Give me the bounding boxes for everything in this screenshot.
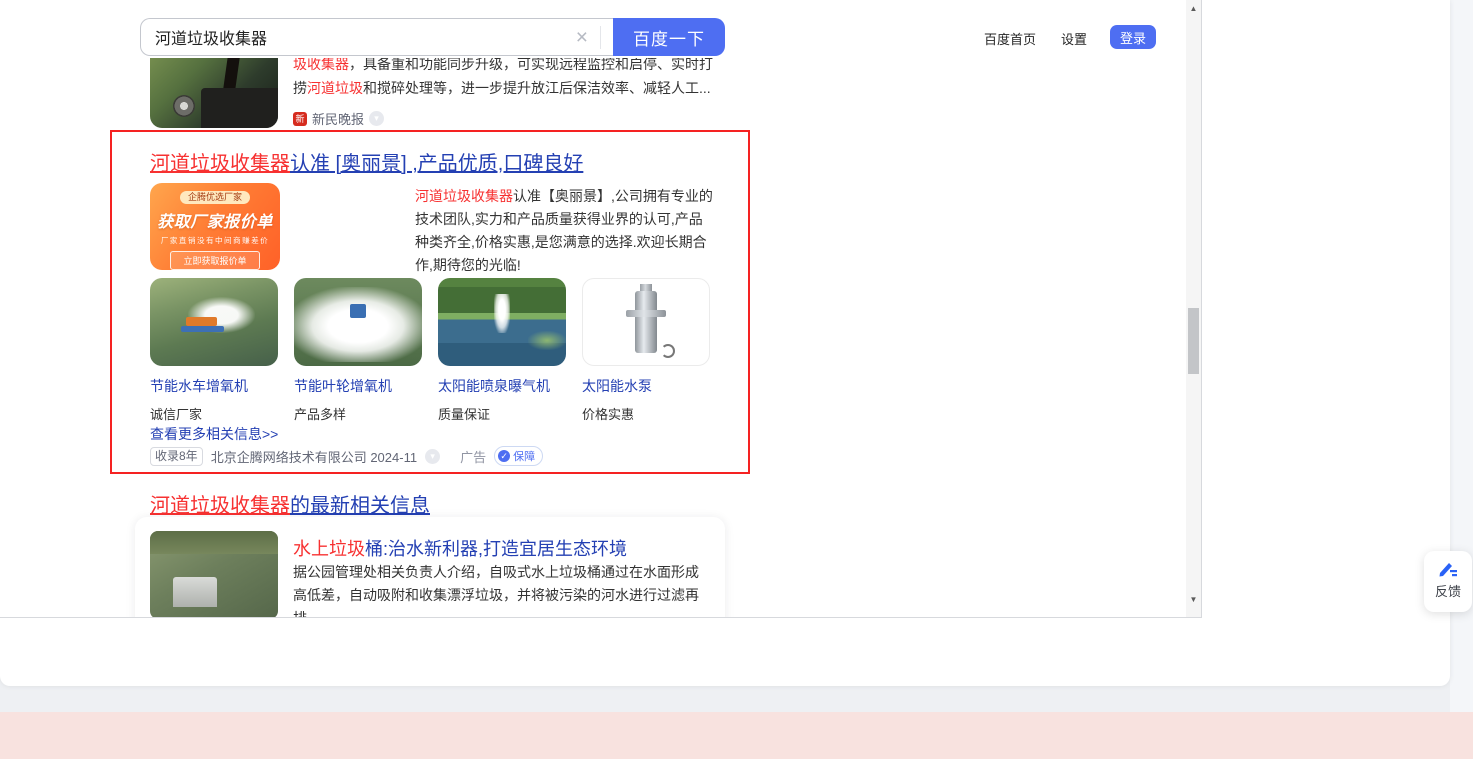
product-tag: 价格实惠 xyxy=(582,407,635,422)
scrollbar-thumb[interactable] xyxy=(1188,308,1199,374)
nav-settings[interactable]: 设置 xyxy=(1061,29,1087,48)
news-description: 据公园管理处相关负责人介绍，自吸式水上垃圾桶通过在水面形成高低差，自动吸附和收集… xyxy=(293,564,699,618)
product-photo xyxy=(582,278,710,366)
ad-dropdown-icon[interactable]: ▾ xyxy=(425,448,441,464)
product-card[interactable]: 节能叶轮增氧机 产品多样 xyxy=(294,278,424,423)
product-name-link[interactable]: 节能水车增氧机 xyxy=(150,376,280,396)
baidu-search-button[interactable]: 百度一下 xyxy=(613,18,725,56)
banner-subtext: 厂家直销没有中间商赚差价 xyxy=(160,236,270,245)
advertiser-company: 北京企腾网络技术有限公司 2024-11 xyxy=(210,449,418,465)
scroll-up-arrow-icon[interactable]: ▲ xyxy=(1186,1,1201,15)
product-photo xyxy=(150,278,278,366)
search-results-page: 圾收集器，具备重和功能同步升级，可实现远程监控和启停、实时打捞河道垃圾和搅碎处理… xyxy=(0,0,1186,618)
news-section-title[interactable]: 河道垃圾收集器的最新相关信息 xyxy=(150,489,430,518)
browser-scrollbar[interactable]: ▲ ▼ xyxy=(1186,0,1201,617)
result-source: 新民晚报 xyxy=(312,112,365,127)
guarantee-badge[interactable]: ✓ 保障 xyxy=(494,446,544,466)
banner-quote-button[interactable]: 立即获取报价单 xyxy=(170,251,260,270)
news-thumbnail xyxy=(150,531,278,617)
xinmin-daily-logo-icon: 新 xyxy=(293,111,307,126)
product-name-link[interactable]: 节能叶轮增氧机 xyxy=(294,376,424,396)
search-separator xyxy=(600,25,601,49)
check-icon: ✓ xyxy=(498,450,511,462)
ad-banner-image[interactable]: 企腾优选厂家 获取厂家报价单 厂家直销没有中间商赚差价 立即获取报价单 xyxy=(150,183,280,270)
banner-headline: 获取厂家报价单 xyxy=(157,214,273,231)
clear-search-icon[interactable]: × xyxy=(564,27,600,48)
result-source-row: 新 新民晚报 ▾ xyxy=(293,109,385,128)
ad-footer-row: 收录8年 北京企腾网络技术有限公司 2024-11 ▾ 广告 ✓ 保障 xyxy=(150,446,544,466)
product-tag: 诚信厂家 xyxy=(150,407,203,422)
scroll-down-arrow-icon[interactable]: ▼ xyxy=(1186,592,1201,606)
feedback-button[interactable]: 反馈 xyxy=(1424,551,1472,612)
product-card[interactable]: 太阳能喷泉曝气机 质量保证 xyxy=(438,278,568,423)
product-photo xyxy=(294,278,422,366)
product-name-link[interactable]: 太阳能喷泉曝气机 xyxy=(438,376,568,396)
news-title-link[interactable]: 水上垃圾桶:治水新利器,打造宜居生态环境 xyxy=(293,535,627,561)
nav-baidu-home[interactable]: 百度首页 xyxy=(984,29,1036,48)
result-dropdown-icon[interactable]: ▾ xyxy=(369,111,385,126)
browser-window: 圾收集器，具备重和功能同步升级，可实现远程监控和启停、实时打捞河道垃圾和搅碎处理… xyxy=(0,0,1202,618)
product-tag: 质量保证 xyxy=(438,407,491,422)
product-tag: 产品多样 xyxy=(294,407,347,422)
login-button[interactable]: 登录 xyxy=(1110,25,1156,49)
pencil-icon xyxy=(1439,563,1457,577)
product-photo xyxy=(438,278,566,366)
search-box: × xyxy=(140,18,613,56)
product-name-link[interactable]: 太阳能水泵 xyxy=(582,376,712,396)
product-card[interactable]: 节能水车增氧机 诚信厂家 xyxy=(150,278,280,423)
product-card[interactable]: 太阳能水泵 价格实惠 xyxy=(582,278,712,423)
banner-badge: 企腾优选厂家 xyxy=(179,191,250,204)
result-snippet: 圾收集器，具备重和功能同步升级，可实现远程监控和启停、实时打捞河道垃圾和搅碎处理… xyxy=(293,56,713,96)
ad-result-title[interactable]: 河道垃圾收集器认准 [奥丽景] ,产品优质,口碑良好 xyxy=(150,147,583,176)
ad-label: 广告 xyxy=(460,449,487,465)
search-input[interactable] xyxy=(141,19,564,55)
indexed-years-badge: 收录8年 xyxy=(150,446,203,466)
ad-description: 河道垃圾收集器认准【奥丽景】,公司拥有专业的技术团队,实力和产品质量获得业界的认… xyxy=(415,188,713,273)
windows-taskbar: S W ✓ Ps + 中 S 10:54 2024/11/14 xyxy=(0,712,1473,759)
news-result-card[interactable]: 水上垃圾桶:治水新利器,打造宜居生态环境 据公园管理处相关负责人介绍，自吸式水上… xyxy=(135,517,725,618)
see-more-link[interactable]: 查看更多相关信息>> xyxy=(150,424,278,444)
